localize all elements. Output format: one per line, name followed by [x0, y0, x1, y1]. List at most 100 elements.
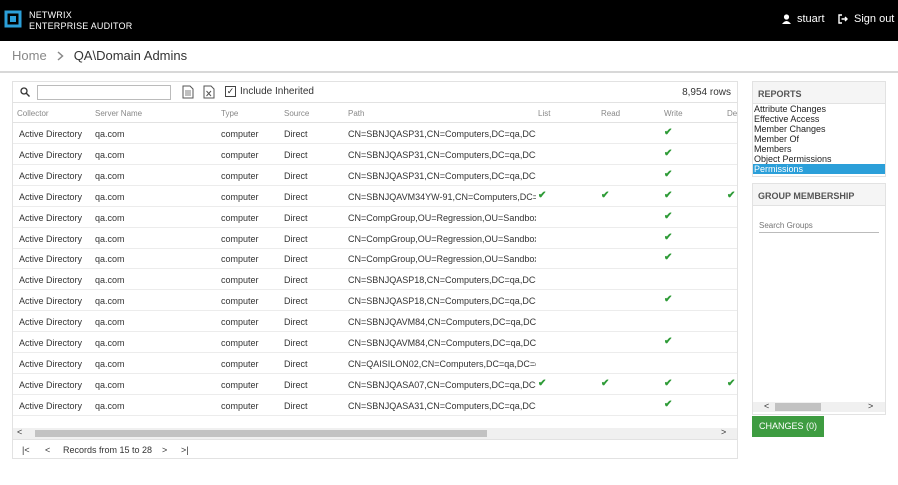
report-item[interactable]: Attribute Changes	[753, 104, 885, 114]
col-delete[interactable]: De	[727, 109, 737, 118]
cell-path: CN=CompGroup,OU=Regression,OU=Sandbox	[348, 233, 536, 244]
table-body: Active Directory qa.com computer Direct CN=S…	[13, 123, 737, 416]
check-icon: ✔	[664, 252, 673, 264]
cell-server-name: qa.com	[95, 129, 125, 139]
document-icon[interactable]	[182, 85, 194, 99]
report-item[interactable]: Effective Access	[753, 114, 885, 124]
user-name: stuart	[797, 13, 825, 25]
horizontal-scrollbar[interactable]: < >	[13, 427, 737, 439]
scroll-left-icon[interactable]: <	[764, 401, 769, 411]
check-icon: ✔	[664, 210, 673, 222]
table-row[interactable]: Active Directory qa.com computer Direct CN=S…	[13, 165, 737, 186]
cell-type: computer	[221, 254, 259, 265]
excel-icon[interactable]	[203, 85, 215, 99]
cell-source: Direct	[284, 129, 308, 139]
report-item[interactable]: Permissions	[753, 164, 885, 174]
check-icon: ✔	[664, 189, 673, 201]
report-item[interactable]: Object Permissions	[753, 154, 885, 164]
prev-page-icon[interactable]: <	[45, 445, 50, 455]
scrollbar-thumb[interactable]	[775, 403, 821, 411]
cell-path: CN=CompGroup,OU=Regression,OU=Sandbox	[348, 212, 536, 223]
cell-type: computer	[221, 317, 259, 328]
cell-collector: Active Directory	[19, 129, 83, 139]
brand-line1: NETWRIX	[29, 10, 72, 20]
table-row[interactable]: Active Directory qa.com computer Direct CN=S…	[13, 123, 737, 144]
table-header: Collector Server Name Type Source Path L…	[13, 103, 737, 123]
last-page-icon[interactable]: >|	[181, 445, 189, 455]
table-row[interactable]: Active Directory qa.com computer Direct CN=S…	[13, 290, 737, 312]
cell-server-name: qa.com	[95, 400, 125, 411]
cell-path: CN=SBNJQASA07,CN=Computers,DC=qa,DC=	[348, 379, 536, 390]
check-icon: ✔	[664, 336, 673, 347]
cell-type: computer	[221, 191, 259, 202]
cell-path: CN=SBNJQASP31,CN=Computers,DC=qa,DC=	[348, 170, 536, 181]
cell-server-name: qa.com	[95, 149, 125, 160]
scroll-right-icon[interactable]: >	[868, 401, 873, 411]
col-list[interactable]: List	[538, 109, 550, 118]
include-inherited-checkbox[interactable]: ✓	[225, 86, 236, 97]
cell-type: computer	[221, 129, 259, 139]
header-divider	[0, 71, 898, 73]
user-menu[interactable]: stuart	[782, 13, 825, 25]
signout-button[interactable]: Sign out	[838, 13, 894, 25]
row-count: 8,954 rows	[682, 87, 731, 98]
scroll-left-icon[interactable]: <	[17, 427, 22, 437]
col-path[interactable]: Path	[348, 109, 364, 118]
col-write[interactable]: Write	[664, 109, 683, 118]
table-row[interactable]: Active Directory qa.com computer Direct CN=S…	[13, 332, 737, 353]
first-page-icon[interactable]: |<	[22, 445, 30, 455]
cell-collector: Active Directory	[19, 275, 83, 286]
group-membership-panel: GROUP MEMBERSHIP < >	[752, 183, 886, 415]
cell-collector: Active Directory	[19, 191, 83, 202]
cell-type: computer	[221, 400, 259, 411]
col-read[interactable]: Read	[601, 109, 620, 118]
grid-toolbar: ✓ Include Inherited 8,954 rows	[13, 82, 737, 103]
cell-path: CN=SBNJQASP31,CN=Computers,DC=qa,DC=	[348, 149, 536, 160]
search-groups-input[interactable]	[759, 217, 879, 233]
check-icon: ✔	[664, 168, 673, 180]
scrollbar-thumb[interactable]	[35, 430, 487, 437]
table-row[interactable]: Active Directory qa.com computer Direct CN=S…	[13, 374, 737, 395]
table-row[interactable]: Active Directory qa.com computer Direct CN=S…	[13, 144, 737, 165]
cell-path: CN=SBNJQASP18,CN=Computers,DC=qa,DC=	[348, 296, 536, 307]
cell-type: computer	[221, 149, 259, 160]
table-row[interactable]: Active Directory qa.com computer Direct CN=S…	[13, 269, 737, 291]
table-row[interactable]: Active Directory qa.com computer Direct CN=C…	[13, 248, 737, 270]
report-item[interactable]: Members	[753, 144, 885, 154]
cell-collector: Active Directory	[19, 400, 83, 411]
search-icon	[20, 87, 30, 97]
table-row[interactable]: Active Directory qa.com computer Direct CN=S…	[13, 186, 737, 207]
cell-path: CN=SBNJQAVM84,CN=Computers,DC=qa,DC	[348, 338, 536, 348]
col-server-name[interactable]: Server Name	[95, 109, 142, 118]
table-row[interactable]: Active Directory qa.com computer Direct CN=S…	[13, 395, 737, 416]
breadcrumb-home[interactable]: Home	[12, 48, 47, 63]
cell-type: computer	[221, 212, 259, 223]
table-row[interactable]: Active Directory qa.com computer Direct CN=S…	[13, 311, 737, 333]
reports-panel: REPORTS Attribute Changes Effective Acces…	[752, 81, 886, 177]
cell-collector: Active Directory	[19, 170, 83, 181]
next-page-icon[interactable]: >	[162, 445, 167, 455]
cell-type: computer	[221, 358, 259, 369]
check-icon: ✔	[664, 294, 673, 306]
grid-search-input[interactable]	[37, 85, 171, 100]
brand-name: NETWRIX ENTERPRISE AUDITOR	[29, 10, 132, 32]
cell-source: Direct	[284, 338, 308, 348]
scroll-right-icon[interactable]: >	[721, 427, 726, 437]
report-item[interactable]: Member Of	[753, 134, 885, 144]
cell-path: CN=CompGroup,OU=Regression,OU=Sandbox	[348, 254, 536, 265]
col-type[interactable]: Type	[221, 109, 238, 118]
table-row[interactable]: Active Directory qa.com computer Direct CN=C…	[13, 228, 737, 249]
col-source[interactable]: Source	[284, 109, 309, 118]
cell-server-name: qa.com	[95, 317, 125, 328]
col-collector[interactable]: Collector	[17, 109, 49, 118]
changes-button[interactable]: CHANGES (0)	[752, 416, 824, 437]
cell-server-name: qa.com	[95, 170, 125, 181]
cell-collector: Active Directory	[19, 296, 83, 307]
check-icon: ✔	[727, 189, 736, 201]
breadcrumb-current: QA\Domain Admins	[73, 48, 188, 63]
report-item[interactable]: Member Changes	[753, 124, 885, 134]
cell-server-name: qa.com	[95, 296, 125, 307]
group-scrollbar[interactable]: < >	[753, 401, 885, 412]
table-row[interactable]: Active Directory qa.com computer Direct CN=Q…	[13, 353, 737, 374]
table-row[interactable]: Active Directory qa.com computer Direct CN=C…	[13, 207, 737, 228]
